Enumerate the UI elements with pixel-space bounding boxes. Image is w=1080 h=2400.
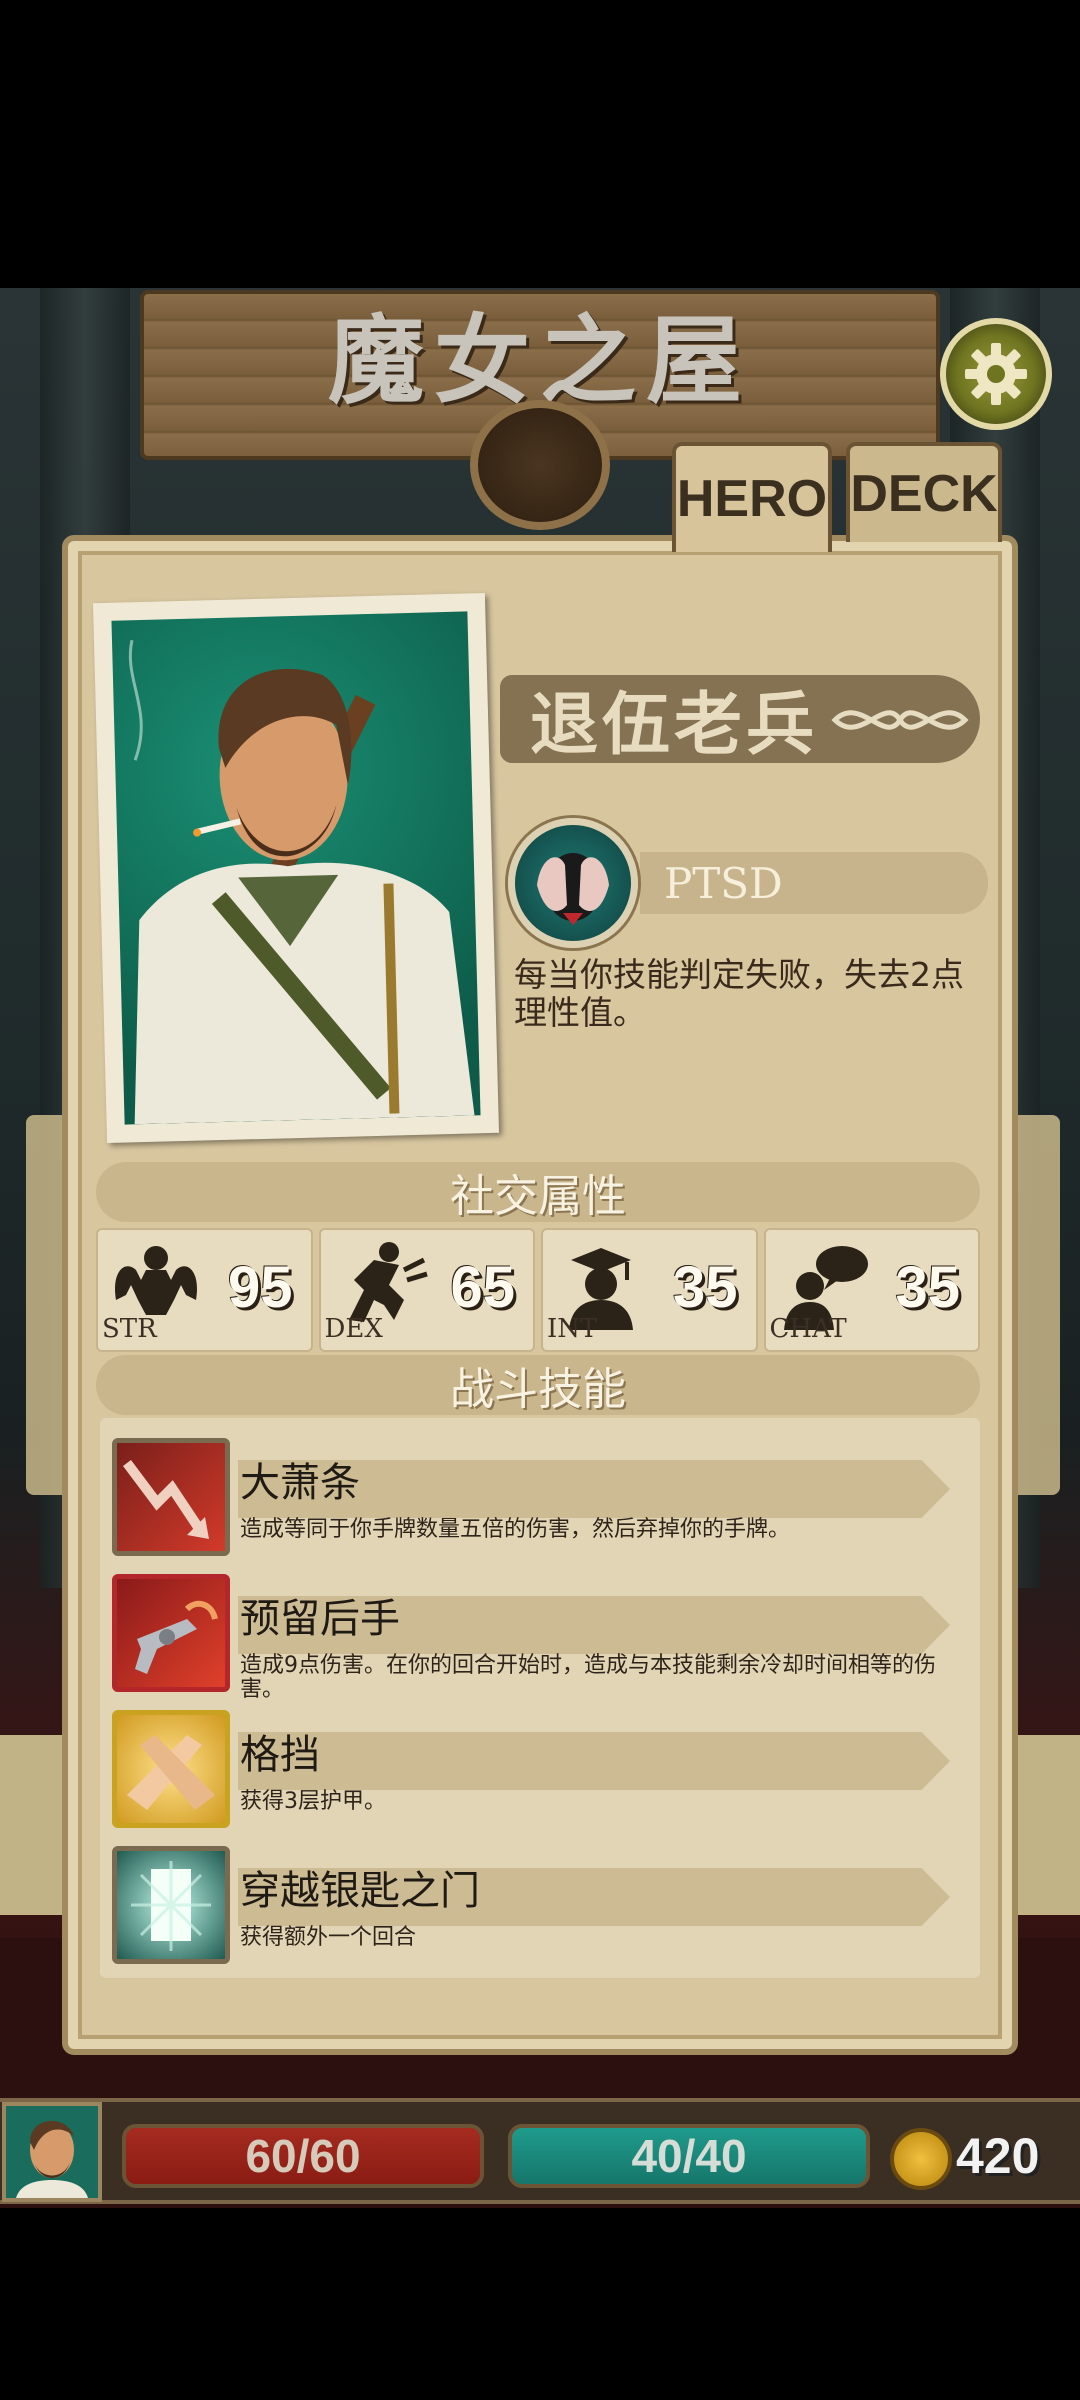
skill-title: 预留后手 <box>240 1596 400 1642</box>
trait-name: PTSD <box>664 858 783 908</box>
stat-label: DEX <box>324 1314 383 1344</box>
skill-item[interactable]: 预留后手 造成9点伤害。在你的回合开始时，造成与本技能剩余冷却时间相等的伤害。 <box>112 1572 972 1702</box>
trait-description: 每当你技能判定失败，失去2点理性值。 <box>514 955 964 1032</box>
skill-title: 穿越银匙之门 <box>240 1868 480 1914</box>
trait-icon-frame[interactable] <box>508 818 638 948</box>
skill-description: 获得额外一个回合 <box>240 1925 417 1950</box>
skill-description: 获得3层护甲。 <box>240 1789 386 1814</box>
downtrend-arrow-icon <box>123 1460 209 1539</box>
skill-item[interactable]: 穿越银匙之门 获得额外一个回合 <box>112 1844 972 1970</box>
section-combat-skills: 战斗技能 <box>96 1355 980 1415</box>
crossed-arms-icon <box>127 1735 215 1810</box>
skill-icon-frame <box>112 1846 230 1964</box>
stat-int: INT 35 <box>541 1228 758 1352</box>
skill-item[interactable]: 格挡 获得3层护甲。 <box>112 1708 972 1834</box>
stat-value: 35 <box>672 1255 738 1320</box>
skill-icon-frame <box>112 1710 230 1828</box>
stats-row: STR 95 DEX 65 INT 35 CHAT 35 <box>96 1228 980 1352</box>
background-sign-left <box>0 1735 70 1915</box>
head-in-hands-icon <box>537 853 609 925</box>
stat-value: 65 <box>450 1255 515 1320</box>
stat-label: CHAT <box>769 1314 847 1344</box>
skill-description: 造成9点伤害。在你的回合开始时，造成与本技能剩余冷却时间相等的伤害。 <box>240 1653 936 1702</box>
sanity-bar: 40/40 <box>508 2124 870 2188</box>
skills-list: 大萧条 造成等同于你手牌数量五倍的伤害，然后弃掉你的手牌。 预留后手 造成9点伤… <box>100 1418 980 1978</box>
location-title: 魔女之屋 <box>328 304 752 417</box>
stat-value: 95 <box>227 1255 293 1320</box>
veteran-portrait-illustration <box>128 639 475 1125</box>
skill-description: 造成等同于你手牌数量五倍的伤害，然后弃掉你的手牌。 <box>240 1517 791 1542</box>
stat-value: 35 <box>895 1255 960 1320</box>
hero-portrait <box>111 611 481 1125</box>
gear-icon <box>965 343 1027 405</box>
stat-label: INT <box>547 1314 598 1344</box>
health-bar: 60/60 <box>122 2124 484 2188</box>
skill-title-bar <box>238 1732 950 1790</box>
ornament-knot-icon <box>831 710 969 730</box>
stat-label: STR <box>102 1314 157 1344</box>
settings-button[interactable] <box>940 318 1052 430</box>
gold-amount: 420 <box>956 2128 1040 2184</box>
coin-icon <box>890 2128 952 2190</box>
hero-avatar-illustration <box>16 2120 88 2198</box>
game-screen: 魔女之屋 HERO DECK 退伍老兵 PTSD 每当你技能判定失败，失去2点理… <box>0 0 1080 2400</box>
skill-title: 格挡 <box>240 1732 320 1778</box>
hero-avatar[interactable] <box>2 2102 102 2202</box>
background-sign-right <box>1012 1735 1080 1915</box>
skill-item[interactable]: 大萧条 造成等同于你手牌数量五倍的伤害，然后弃掉你的手牌。 <box>112 1436 972 1562</box>
tab-deck[interactable]: DECK <box>846 442 1002 542</box>
revolver-icon <box>135 1600 218 1674</box>
stat-dex: DEX 65 <box>318 1228 535 1352</box>
title-medallion <box>470 400 610 530</box>
skill-icon-frame <box>112 1574 230 1692</box>
hero-portrait-frame <box>92 592 500 1144</box>
skill-icon-frame <box>112 1438 230 1556</box>
section-social-attributes: 社交属性 <box>96 1162 980 1222</box>
skill-title: 大萧条 <box>240 1460 360 1506</box>
stat-str: STR 95 <box>96 1228 313 1352</box>
hero-name: 退伍老兵 <box>530 684 819 765</box>
portal-door-icon <box>131 1861 211 1951</box>
stat-chat: CHAT 35 <box>763 1228 980 1352</box>
tab-hero[interactable]: HERO <box>672 442 832 552</box>
